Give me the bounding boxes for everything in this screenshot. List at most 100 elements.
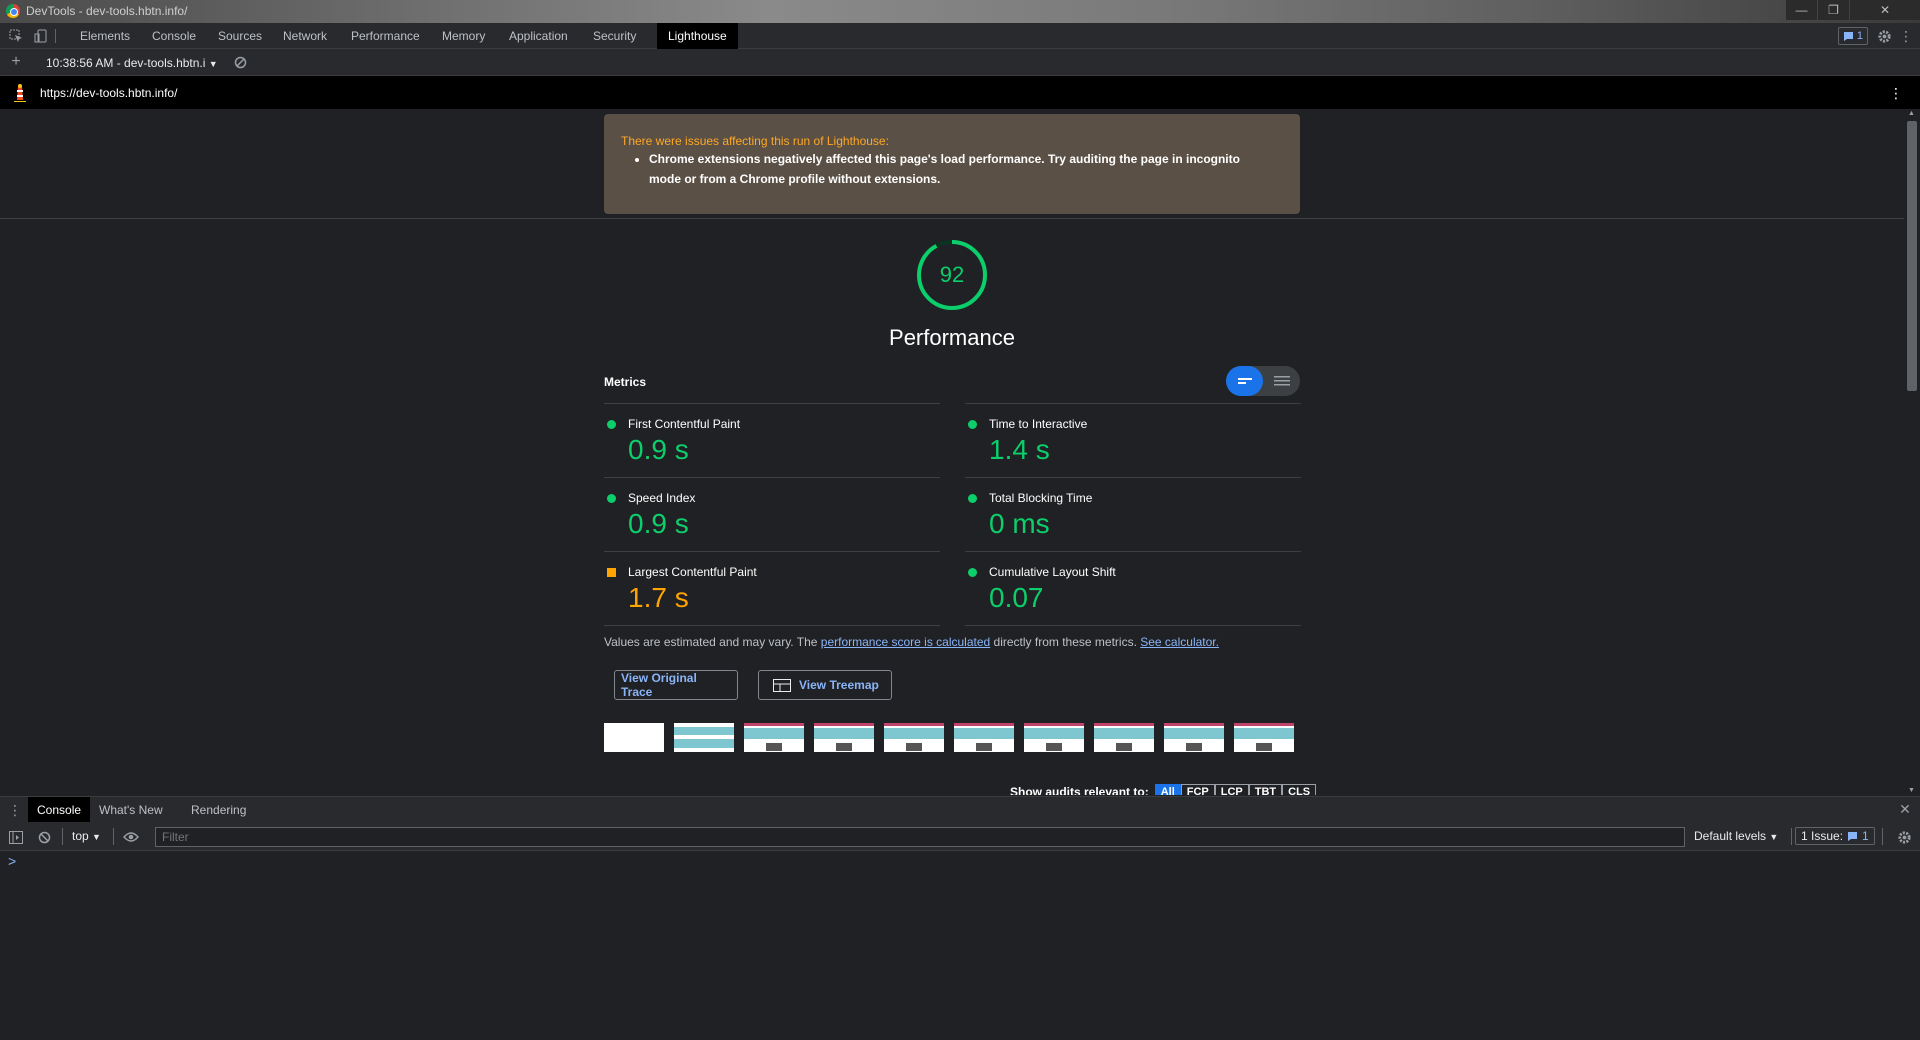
- settings-gear-icon[interactable]: [1876, 28, 1892, 44]
- compact-view-icon: [1238, 378, 1252, 384]
- scroll-down-arrow-icon[interactable]: ▼: [1908, 787, 1915, 794]
- drawer-tab-whats-new[interactable]: What's New: [90, 797, 172, 823]
- metric-speed-index: Speed Index 0.9 s: [604, 478, 940, 552]
- drawer-tab-console[interactable]: Console: [28, 797, 91, 823]
- metric-cumulative-layout-shift: Cumulative Layout Shift 0.07: [965, 552, 1301, 626]
- inspect-element-icon[interactable]: [8, 28, 24, 44]
- chip-all[interactable]: All: [1154, 784, 1181, 795]
- metric-status-dot: [607, 494, 616, 503]
- metric-status-dot: [607, 420, 616, 429]
- scrollbar-thumb[interactable]: [1907, 121, 1917, 391]
- filmstrip-frame: [1094, 723, 1154, 752]
- report-menu-icon[interactable]: ⋮: [1889, 85, 1903, 101]
- issues-badge[interactable]: 1: [1837, 27, 1868, 45]
- chip-lcp[interactable]: LCP: [1214, 784, 1249, 795]
- performance-score: 92: [939, 262, 965, 287]
- frame-band: [954, 728, 1014, 739]
- view-treemap-button[interactable]: View Treemap: [758, 670, 892, 700]
- metric-status-dot: [968, 420, 977, 429]
- window-title-bar: DevTools - dev-tools.hbtn.info/ — ❐ ✕: [0, 0, 1920, 23]
- console-sidebar-icon[interactable]: [8, 829, 24, 845]
- see-calculator-link[interactable]: See calculator.: [1140, 635, 1219, 649]
- issues-badge-count: 1: [1856, 30, 1863, 42]
- tab-memory[interactable]: Memory: [431, 23, 496, 49]
- minimize-icon[interactable]: —: [1786, 0, 1817, 20]
- view-original-trace-label: View Original Trace: [621, 671, 697, 699]
- tab-network[interactable]: Network: [272, 23, 338, 49]
- metric-name: Time to Interactive: [989, 417, 1088, 431]
- drawer-tab-rendering[interactable]: Rendering: [182, 797, 255, 823]
- console-issues-label: 1 Issue:: [1801, 829, 1844, 843]
- console-issues-count: 1: [1862, 829, 1869, 843]
- restore-icon[interactable]: ❐: [1818, 0, 1849, 20]
- metrics-note: Values are estimated and may vary. The p…: [604, 635, 1219, 649]
- frame-band: [1234, 728, 1294, 739]
- drawer-menu-icon[interactable]: ⋮: [8, 802, 22, 818]
- frame-band: [814, 723, 874, 726]
- close-drawer-icon[interactable]: ✕: [1898, 801, 1912, 817]
- metric-first-contentful-paint: First Contentful Paint 0.9 s: [604, 404, 940, 478]
- new-report-plus-icon[interactable]: +: [9, 53, 23, 70]
- clear-console-icon[interactable]: [36, 829, 52, 845]
- more-options-icon[interactable]: ⋮: [1899, 28, 1913, 44]
- view-treemap-label: View Treemap: [799, 678, 879, 692]
- log-levels-select[interactable]: Default levels ▼: [1694, 829, 1778, 843]
- report-url-bar: https://dev-tools.hbtn.info/ ⋮: [0, 76, 1920, 109]
- chip-cls[interactable]: CLS: [1282, 784, 1317, 795]
- view-original-trace-button[interactable]: View Original Trace: [614, 670, 738, 700]
- tab-security[interactable]: Security: [582, 23, 647, 49]
- metric-status-dot: [968, 494, 977, 503]
- frame-content: [766, 743, 782, 751]
- toolbar-separator: [62, 828, 63, 845]
- frame-content: [836, 743, 852, 751]
- device-toolbar-icon[interactable]: [33, 28, 49, 44]
- console-output[interactable]: >: [0, 851, 1920, 1040]
- metric-status-dot: [968, 568, 977, 577]
- tab-console[interactable]: Console: [141, 23, 207, 49]
- tab-application[interactable]: Application: [498, 23, 579, 49]
- context-select[interactable]: top ▼: [72, 829, 101, 843]
- chip-fcp[interactable]: FCP: [1180, 784, 1215, 795]
- frame-band: [1164, 723, 1224, 726]
- metric-name: First Contentful Paint: [628, 417, 741, 431]
- metric-value: 1.4 s: [989, 434, 1050, 465]
- metric-total-blocking-time: Total Blocking Time 0 ms: [965, 478, 1301, 552]
- clear-reports-icon[interactable]: [233, 55, 247, 69]
- metrics-view-toggle[interactable]: [1226, 366, 1300, 396]
- metric-value: 0.07: [989, 582, 1044, 613]
- frame-band: [884, 728, 944, 739]
- console-toolbar: top ▼ Default levels ▼ 1 Issue: 1: [0, 822, 1920, 851]
- filmstrip-frame: [814, 723, 874, 752]
- metric-name: Largest Contentful Paint: [628, 565, 757, 579]
- frame-band: [1164, 728, 1224, 739]
- tab-performance[interactable]: Performance: [340, 23, 431, 49]
- tab-elements[interactable]: Elements: [69, 23, 141, 49]
- scroll-up-arrow-icon[interactable]: ▲: [1908, 110, 1915, 117]
- report-scrollbar[interactable]: ▲ ▼: [1904, 109, 1920, 795]
- console-settings-gear-icon[interactable]: [1896, 829, 1912, 845]
- chip-tbt[interactable]: TBT: [1248, 784, 1283, 795]
- tab-lighthouse[interactable]: Lighthouse: [657, 23, 738, 49]
- frame-band: [674, 739, 734, 748]
- log-levels-value: Default levels: [1694, 829, 1767, 843]
- console-issues-button[interactable]: 1 Issue: 1: [1795, 827, 1875, 845]
- report-url[interactable]: https://dev-tools.hbtn.info/: [40, 86, 177, 100]
- console-prompt[interactable]: >: [8, 853, 16, 869]
- frame-band: [1234, 723, 1294, 726]
- filmstrip-frame: [744, 723, 804, 752]
- expanded-view-icon[interactable]: [1274, 375, 1290, 387]
- issue-message-icon: [1843, 31, 1853, 41]
- console-filter-input[interactable]: [155, 827, 1685, 847]
- toolbar-separator: [113, 828, 114, 845]
- report-select[interactable]: 10:38:56 AM - dev-tools.hbtn.i ▼: [46, 56, 218, 70]
- frame-content: [906, 743, 922, 751]
- metrics-label: Metrics: [604, 375, 647, 389]
- tab-sources[interactable]: Sources: [207, 23, 273, 49]
- close-window-icon[interactable]: ✕: [1850, 0, 1920, 20]
- score-calculated-link[interactable]: performance score is calculated: [821, 635, 990, 649]
- frame-band: [954, 723, 1014, 726]
- warning-item: Chrome extensions negatively affected th…: [649, 149, 1259, 189]
- live-expression-eye-icon[interactable]: [122, 829, 140, 845]
- audits-filter: Show audits relevant to: All FCP LCP TBT…: [1010, 784, 1317, 795]
- frame-content: [976, 743, 992, 751]
